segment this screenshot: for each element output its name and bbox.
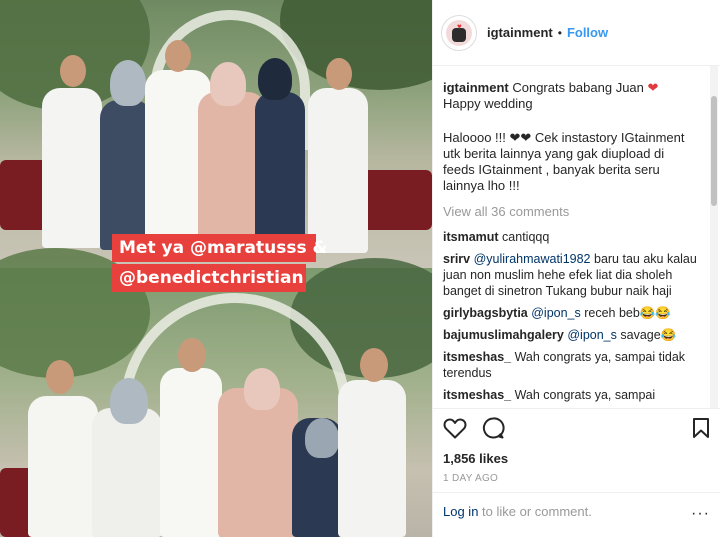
person-hijab (305, 418, 339, 458)
person-hijab (244, 368, 280, 410)
post-date[interactable]: 1 DAY AGO (443, 473, 710, 484)
comment-mention[interactable]: @yulirahmawati1982 (474, 252, 591, 266)
comment-mention[interactable]: @ipon_s (567, 328, 617, 342)
caption-line-1: Congrats babang Juan (508, 80, 648, 95)
person-head (165, 40, 191, 72)
photo-top-scene (0, 0, 432, 268)
comment-item: itsmeshas_ Wah congrats ya, sampai (443, 387, 698, 403)
post-side-panel: ♥ igtainment • Follow igtainment Congrat… (432, 0, 720, 537)
person-head (46, 360, 74, 394)
likes-count[interactable]: 1,856 likes (443, 451, 710, 466)
comment-text: receh beb😂😂 (580, 306, 671, 320)
person-hijab (258, 58, 292, 100)
follow-button[interactable]: Follow (567, 25, 608, 40)
comments-list[interactable]: igtainment Congrats babang Juan ❤ Happy … (433, 66, 708, 408)
sofa (360, 170, 432, 230)
bride (218, 388, 298, 537)
more-options-icon[interactable]: ··· (691, 505, 710, 523)
black-hearts-emoji: ❤❤ (509, 130, 532, 145)
avatar-heart-icon: ♥ (457, 21, 462, 31)
person-head (178, 338, 206, 372)
person-hijab (110, 60, 146, 106)
person (338, 380, 406, 537)
caption-line-2: Happy wedding (443, 96, 533, 111)
image-caption-line-1: Met ya @maratusss & (112, 234, 327, 262)
comment-username[interactable]: itsmamut (443, 230, 499, 244)
person (308, 88, 368, 253)
comment-username[interactable]: itsmeshas_ (443, 350, 511, 364)
comment-bubble-icon[interactable] (481, 416, 505, 440)
comment-item: bajumuslimahgalery @ipon_s savage😂 (443, 327, 698, 343)
comment-item: itsmamut cantiqqq (443, 229, 698, 245)
header-separator: • (557, 25, 562, 40)
caption-username[interactable]: igtainment (443, 80, 509, 95)
comment-username[interactable]: girlybagsbytia (443, 306, 528, 320)
person-head (360, 348, 388, 382)
person-head (326, 58, 352, 90)
comment-item: girlybagsbytia @ipon_s receh beb😂😂 (443, 305, 698, 321)
login-prompt: Log in to like or comment. ··· (433, 492, 720, 537)
heart-outline-icon[interactable] (443, 417, 467, 439)
person (28, 396, 98, 537)
header-username[interactable]: igtainment (487, 25, 553, 40)
post-header: ♥ igtainment • Follow (433, 0, 720, 66)
comment-username[interactable]: itsmeshas_ (443, 388, 511, 402)
comment-mention[interactable]: @ipon_s (531, 306, 581, 320)
comment-text: cantiqqq (498, 230, 550, 244)
caption-para2-start: Haloooo !!! (443, 130, 510, 145)
person (92, 408, 162, 537)
post-actions: 1,856 likes 1 DAY AGO (433, 408, 720, 484)
avatar[interactable]: ♥ (441, 14, 477, 51)
person-hijab (210, 62, 246, 106)
comment-text: Wah congrats ya, sampai (511, 388, 656, 402)
scrollbar-thumb[interactable] (711, 96, 717, 206)
comment-item: itsmeshas_ Wah congrats ya, sampai tidak… (443, 349, 698, 381)
groom (160, 368, 222, 537)
login-prompt-text: to like or comment. (478, 504, 592, 519)
login-link[interactable]: Log in (443, 504, 478, 519)
comments-scrollbar[interactable] (710, 66, 718, 408)
bookmark-icon[interactable] (692, 417, 710, 439)
comment-text: savage😂 (616, 328, 677, 342)
post-caption: igtainment Congrats babang Juan ❤ Happy … (443, 80, 698, 194)
image-caption-line-2: @benedictchristian (112, 264, 306, 292)
person-head (60, 55, 86, 87)
red-heart-emoji: ❤ (647, 80, 659, 95)
view-all-comments-link[interactable]: View all 36 comments (443, 204, 698, 219)
comment-username[interactable]: bajumuslimahgalery (443, 328, 564, 342)
comment-item: srirv @yulirahmawati1982 baru tau aku ka… (443, 251, 698, 299)
comment-username[interactable]: srirv (443, 252, 470, 266)
person (255, 92, 305, 252)
person (42, 88, 102, 248)
photo-bottom-scene (0, 248, 432, 537)
person-hijab (110, 378, 148, 424)
post-photo[interactable]: Met ya @maratusss & @benedictchristian (0, 0, 432, 537)
action-icons-row (443, 409, 710, 447)
